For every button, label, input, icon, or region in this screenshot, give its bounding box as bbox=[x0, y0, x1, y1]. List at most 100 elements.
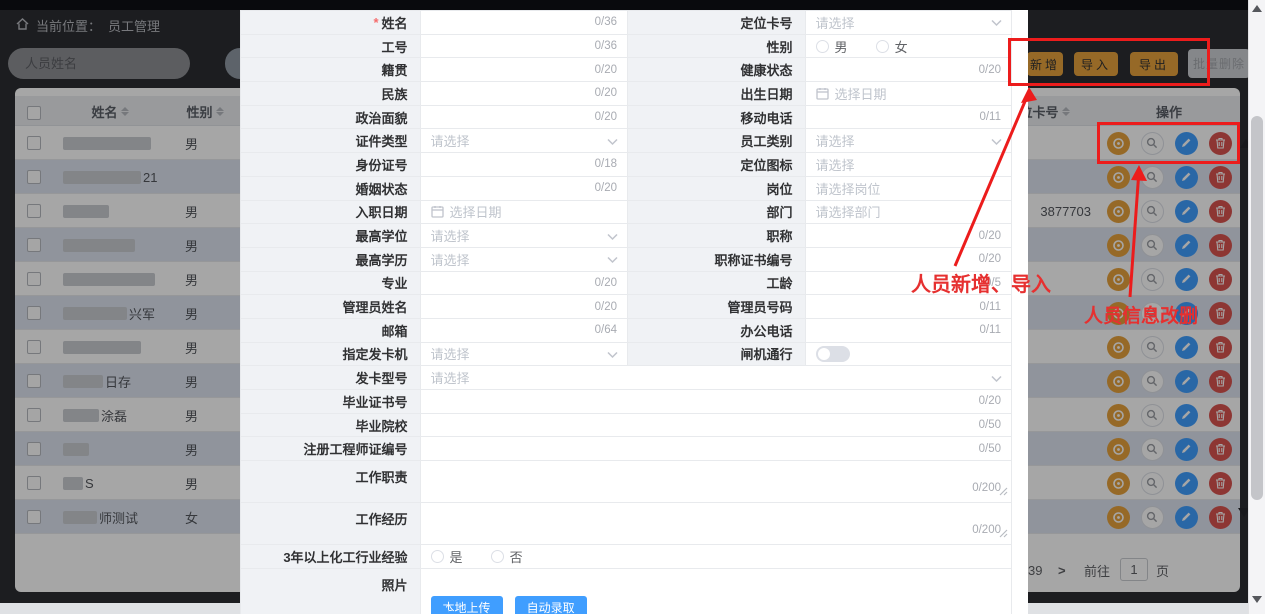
form-label: 籍贯 bbox=[241, 58, 421, 82]
form-select[interactable]: 请选择 bbox=[431, 248, 627, 271]
char-counter: 0/11 bbox=[979, 324, 1001, 336]
form-select[interactable]: 请选择 bbox=[816, 153, 1011, 176]
char-counter: 0/11 bbox=[979, 301, 1001, 313]
form-label: 最高学历 bbox=[241, 248, 421, 272]
form-select[interactable]: 请选择 bbox=[816, 129, 1011, 152]
form-label: 性别 bbox=[628, 35, 806, 59]
char-counter: 0/5 bbox=[985, 277, 1001, 289]
form-text-input[interactable]: 0/50 bbox=[431, 437, 1011, 460]
chevron-down-icon bbox=[607, 133, 618, 148]
form-text-input[interactable]: 0/50 bbox=[431, 414, 1011, 437]
form-label: 身份证号 bbox=[241, 153, 421, 177]
chevron-down-icon bbox=[991, 370, 1002, 385]
auto-capture-button[interactable]: 自动录取 bbox=[515, 596, 587, 614]
scrollbar-thumb[interactable] bbox=[1251, 116, 1263, 500]
form-label: 移动电话 bbox=[628, 106, 806, 130]
form-text-input[interactable]: 0/64 bbox=[431, 319, 627, 342]
form-label: 部门 bbox=[628, 201, 806, 225]
form-text-input[interactable]: 0/20 bbox=[431, 390, 1011, 413]
form-textarea[interactable]: 0/200 bbox=[431, 503, 1011, 544]
form-select[interactable]: 请选择 bbox=[431, 224, 627, 247]
char-counter: 0/20 bbox=[979, 253, 1001, 265]
form-label: 专业 bbox=[241, 272, 421, 296]
form-textarea[interactable]: 0/200 bbox=[431, 461, 1011, 502]
browser-scrollbar[interactable] bbox=[1248, 0, 1265, 614]
scroll-down-icon[interactable] bbox=[1252, 596, 1262, 603]
radio-circle-icon[interactable] bbox=[876, 40, 889, 53]
form-label: 工龄 bbox=[628, 272, 806, 296]
char-counter: 0/18 bbox=[595, 158, 617, 170]
photo-extra-control[interactable] bbox=[435, 606, 449, 614]
chevron-down-icon bbox=[607, 346, 618, 361]
char-counter: 0/20 bbox=[595, 64, 617, 76]
radio-circle-icon[interactable] bbox=[431, 550, 444, 563]
form-select[interactable]: 请选择 bbox=[431, 366, 1011, 389]
form-label: 3年以上化工行业经验 bbox=[241, 545, 421, 569]
radio-option[interactable]: 女 bbox=[876, 37, 908, 56]
modal-scroll-gutter[interactable] bbox=[1012, 10, 1028, 614]
form-text-input[interactable]: 0/36 bbox=[431, 35, 627, 58]
form-text-input[interactable]: 0/5 bbox=[816, 272, 1011, 295]
form-label: 毕业院校 bbox=[241, 414, 421, 438]
form-text-input[interactable]: 0/11 bbox=[816, 295, 1011, 318]
radio-option[interactable]: 否 bbox=[491, 547, 523, 566]
form-label: 员工类别 bbox=[628, 129, 806, 153]
char-counter: 0/50 bbox=[979, 443, 1001, 455]
scroll-up-icon[interactable] bbox=[1252, 5, 1262, 12]
chevron-down-icon bbox=[991, 133, 1002, 148]
employee-form: *姓名0/36定位卡号请选择工号0/36性别男女籍贯0/20健康状态0/20民族… bbox=[240, 10, 1012, 614]
radio-circle-icon[interactable] bbox=[816, 40, 829, 53]
form-date-picker[interactable]: 选择日期 bbox=[431, 201, 627, 224]
char-counter: 0/36 bbox=[595, 16, 617, 28]
form-label: 指定发卡机 bbox=[241, 343, 421, 367]
form-label: 闸机通行 bbox=[628, 343, 806, 367]
form-text-input[interactable]: 0/20 bbox=[816, 224, 1011, 247]
form-text-input[interactable]: 0/11 bbox=[816, 106, 1011, 129]
form-text-input[interactable]: 0/36 bbox=[431, 11, 627, 34]
radio-option[interactable]: 是 bbox=[431, 547, 463, 566]
form-label: 证件类型 bbox=[241, 129, 421, 153]
form-text-input[interactable]: 0/20 bbox=[431, 295, 627, 318]
form-date-picker[interactable]: 选择日期 bbox=[816, 82, 1011, 105]
form-select[interactable]: 请选择 bbox=[431, 343, 627, 366]
form-label: 注册工程师证编号 bbox=[241, 437, 421, 461]
radio-option[interactable]: 男 bbox=[816, 37, 848, 56]
textarea-resize-icon[interactable] bbox=[999, 526, 1008, 541]
char-counter: 0/20 bbox=[595, 301, 617, 313]
form-select[interactable]: 请选择 bbox=[431, 129, 627, 152]
char-counter: 0/20 bbox=[979, 64, 1001, 76]
employee-form-modal: *姓名0/36定位卡号请选择工号0/36性别男女籍贯0/20健康状态0/20民族… bbox=[240, 10, 1028, 614]
form-text-input[interactable]: 0/18 bbox=[431, 153, 627, 176]
form-label: 最高学位 bbox=[241, 224, 421, 248]
form-select[interactable]: 请选择岗位 bbox=[816, 177, 1011, 200]
form-text-input[interactable]: 0/20 bbox=[816, 248, 1011, 271]
char-counter: 0/20 bbox=[595, 182, 617, 194]
char-counter: 0/50 bbox=[979, 419, 1001, 431]
form-label: 管理员号码 bbox=[628, 295, 806, 319]
gate-pass-toggle[interactable] bbox=[816, 346, 850, 362]
char-counter: 0/20 bbox=[595, 111, 617, 123]
form-label: *姓名 bbox=[241, 11, 421, 35]
form-label: 工作职责 bbox=[241, 461, 421, 503]
form-label: 办公电话 bbox=[628, 319, 806, 343]
char-counter: 0/200 bbox=[972, 482, 1001, 494]
form-text-input[interactable]: 0/20 bbox=[431, 82, 627, 105]
form-label: 工作经历 bbox=[241, 503, 421, 545]
form-select[interactable]: 请选择部门 bbox=[816, 201, 1011, 224]
form-text-input[interactable]: 0/20 bbox=[431, 177, 627, 200]
form-select[interactable]: 请选择 bbox=[816, 11, 1011, 34]
textarea-resize-icon[interactable] bbox=[999, 484, 1008, 499]
char-counter: 0/36 bbox=[595, 40, 617, 52]
form-label: 照片 bbox=[241, 569, 421, 614]
form-text-input[interactable]: 0/20 bbox=[816, 58, 1011, 81]
calendar-icon bbox=[431, 205, 444, 218]
form-text-input[interactable]: 0/11 bbox=[816, 319, 1011, 342]
form-label: 定位图标 bbox=[628, 153, 806, 177]
radio-circle-icon[interactable] bbox=[491, 550, 504, 563]
form-text-input[interactable]: 0/20 bbox=[431, 272, 627, 295]
form-label: 政治面貌 bbox=[241, 106, 421, 130]
chevron-down-icon bbox=[991, 15, 1002, 30]
form-label: 工号 bbox=[241, 35, 421, 59]
form-text-input[interactable]: 0/20 bbox=[431, 106, 627, 129]
form-text-input[interactable]: 0/20 bbox=[431, 58, 627, 81]
